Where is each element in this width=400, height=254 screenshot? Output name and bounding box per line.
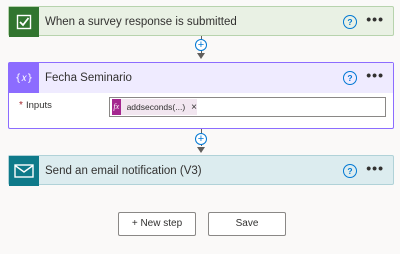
inputs-row: * Inputs fx addseconds(...) ×: [9, 93, 393, 128]
more-options-icon[interactable]: •••: [366, 68, 384, 82]
save-button[interactable]: Save: [208, 212, 286, 236]
compose-card[interactable]: {𝑥} Fecha Seminario ? ••• * Inputs fx ad…: [8, 62, 394, 129]
insert-step-button[interactable]: +: [195, 133, 207, 145]
inputs-field[interactable]: fx addseconds(...) ×: [109, 97, 386, 117]
insert-step-button[interactable]: +: [195, 39, 207, 51]
mail-envelope-icon: [9, 156, 39, 186]
token-remove-icon[interactable]: ×: [191, 102, 197, 113]
more-options-icon[interactable]: •••: [366, 12, 384, 26]
help-icon[interactable]: ?: [343, 164, 357, 178]
required-mark: *: [19, 100, 23, 111]
compose-braces-icon: {𝑥}: [9, 63, 39, 93]
email-card[interactable]: Send an email notification (V3) ? •••: [8, 155, 394, 186]
token-label: addseconds(...): [126, 102, 186, 112]
help-icon[interactable]: ?: [343, 15, 357, 29]
expression-token[interactable]: fx addseconds(...) ×: [112, 99, 197, 115]
connector-arrow: [197, 147, 205, 153]
trigger-card[interactable]: When a survey response is submitted ? ••…: [8, 6, 394, 37]
compose-header[interactable]: {𝑥} Fecha Seminario ? •••: [9, 63, 393, 93]
compose-icon-glyph: {𝑥}: [14, 72, 34, 84]
forms-checklist-icon: [9, 7, 39, 37]
trigger-header[interactable]: When a survey response is submitted ? ••…: [9, 7, 393, 37]
email-header[interactable]: Send an email notification (V3) ? •••: [9, 156, 393, 186]
more-options-icon[interactable]: •••: [366, 161, 384, 175]
connector-arrow: [197, 53, 205, 59]
help-icon[interactable]: ?: [343, 71, 357, 85]
new-step-button[interactable]: + New step: [118, 212, 196, 236]
email-title: Send an email notification (V3): [45, 165, 202, 177]
expression-fx-icon: fx: [112, 99, 121, 115]
trigger-title: When a survey response is submitted: [45, 16, 237, 28]
inputs-label: Inputs: [26, 100, 52, 111]
compose-title[interactable]: Fecha Seminario: [45, 72, 132, 84]
